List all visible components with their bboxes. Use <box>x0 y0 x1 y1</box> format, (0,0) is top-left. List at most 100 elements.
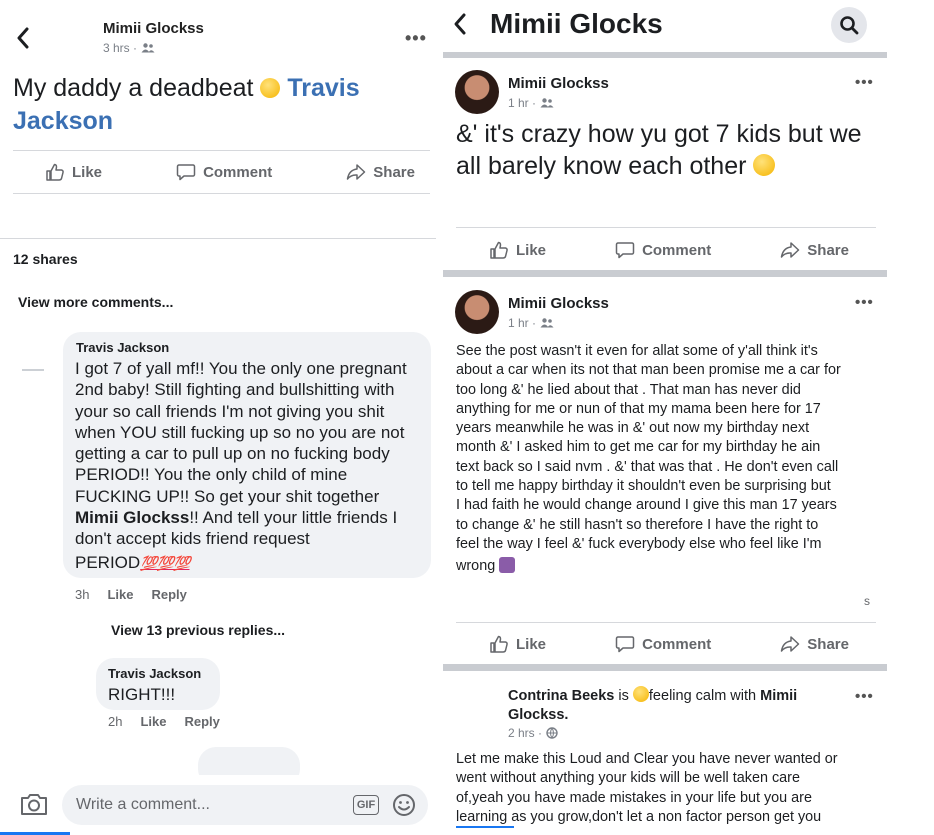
active-indicator <box>456 826 514 828</box>
comment-icon <box>176 164 196 181</box>
thumbs-up-icon <box>490 241 508 259</box>
more-options-icon[interactable]: ••• <box>405 28 427 49</box>
timestamp-text: 2 hrs · <box>508 726 543 740</box>
like-button[interactable]: Like <box>489 240 546 260</box>
right-screenshot-panel: Mimii Glocks Mimii Glockss 1 hr · ••• &'… <box>443 0 934 835</box>
post-text-line: I had faith he would change around I giv… <box>456 497 837 514</box>
camera-button[interactable] <box>20 792 48 821</box>
post-author-name[interactable]: Mimii Glockss <box>508 75 609 92</box>
timestamp-text: 1 hr · <box>508 96 537 110</box>
comment-label: Comment <box>642 241 712 259</box>
post-header-is: is <box>614 688 633 704</box>
view-more-comments-link[interactable]: View more comments... <box>18 294 173 310</box>
reply-author[interactable]: Travis Jackson <box>108 666 201 681</box>
comment-icon <box>615 636 635 653</box>
post-timestamp: 1 hr · <box>508 96 554 110</box>
share-button[interactable]: Share <box>780 634 849 654</box>
like-button[interactable]: Like <box>489 634 546 654</box>
avatar[interactable] <box>455 70 499 114</box>
avatar[interactable] <box>455 290 499 334</box>
friends-icon <box>540 318 554 328</box>
comment-like-button[interactable]: Like <box>107 587 133 602</box>
post-text-line: See the post wasn't it even for allat so… <box>456 343 818 359</box>
post-text: My daddy a deadbeat Travis Jackson <box>13 72 413 138</box>
post-text-line: feel the way I feel &' fuck everybody el… <box>456 535 822 552</box>
comment-line: 2nd baby! Still fighting and bullshittin… <box>75 380 395 400</box>
like-label: Like <box>72 163 103 181</box>
comment-time: 3h <box>75 587 90 602</box>
post-text-line: too long &' he lied about that . That ma… <box>456 381 801 398</box>
post-header-text: Contrina Beeks is feeling calm with Mimi… <box>508 686 848 725</box>
share-button[interactable]: Share <box>346 162 415 182</box>
share-icon <box>347 164 366 180</box>
more-options-icon[interactable]: ••• <box>855 74 874 91</box>
post-text-line: to change &' he still hasn't so therefor… <box>456 516 819 533</box>
post-timestamp: 2 hrs · <box>508 726 558 740</box>
post-text-line: Let me make this Loud and Clear you have… <box>456 751 838 767</box>
avatar[interactable] <box>50 18 94 62</box>
shrug-emoji-icon <box>499 557 516 574</box>
timestamp-text: 3 hrs · <box>103 41 138 55</box>
back-button[interactable] <box>453 12 467 41</box>
post-text-line: month &' I asked him to get me car for m… <box>456 439 821 456</box>
tagged-user-link[interactable]: Mimii <box>760 688 797 704</box>
post-text-line: &' it's crazy how yu got 7 kids but we <box>456 120 862 148</box>
post-text-line: text back so I said nvm . &' that was th… <box>456 458 839 475</box>
friends-icon <box>141 43 155 53</box>
comment-button[interactable]: Comment <box>176 162 272 182</box>
comment-author[interactable]: Travis Jackson <box>76 340 169 355</box>
more-options-icon[interactable]: ••• <box>855 294 874 311</box>
gif-button[interactable]: GIF <box>353 795 379 815</box>
comment-mention-link[interactable]: Mimii Glockss <box>75 508 189 527</box>
back-button[interactable] <box>10 22 36 54</box>
post-author-name[interactable]: Contrina Beeks <box>508 688 614 704</box>
comment-label: Comment <box>642 635 712 653</box>
comment-line: Mimii Glockss!! And tell your little fri… <box>75 507 427 528</box>
post-author-name[interactable]: Mimii Glockss <box>508 295 609 312</box>
post-author-name[interactable]: Mimii Glockss <box>103 20 204 37</box>
comment-line: don't accept kids friend request <box>75 529 310 549</box>
post-text-line: to tell me happy birthday it shouldn't e… <box>456 478 831 495</box>
reply-meta: 2h Like Reply <box>108 714 220 729</box>
share-label: Share <box>373 163 415 181</box>
post-text-last: wrong <box>456 558 500 575</box>
comment-line: PERIOD!! You the only child of mine <box>75 465 348 485</box>
comment-input[interactable]: Write a comment... GIF <box>62 785 428 825</box>
comment-line: I got 7 of yall mf!! You the only one pr… <box>75 359 407 378</box>
avatar[interactable] <box>455 684 499 728</box>
hundred-points-emoji-icon: 💯💯💯 <box>140 554 190 571</box>
comment-placeholder: Write a comment... <box>76 796 210 813</box>
post-text-line: learning as you grow,don't let a non fac… <box>456 808 822 825</box>
comment-line: FUCKING UP!! So get your shit together <box>75 486 380 506</box>
share-icon <box>781 242 800 258</box>
reply-bubble: Travis Jackson RIGHT!!! <box>96 658 220 710</box>
share-button[interactable]: Share <box>780 240 849 260</box>
reply-reply-button[interactable]: Reply <box>184 714 219 729</box>
post-text-line: anything for me or nun of that my mama b… <box>456 400 821 417</box>
like-button[interactable]: Like <box>45 162 102 182</box>
post-timestamp: 3 hrs · <box>103 41 155 55</box>
view-previous-replies-link[interactable]: View 13 previous replies... <box>111 622 285 638</box>
tagged-user-link[interactable]: Glockss. <box>508 707 568 723</box>
section-separator <box>443 52 887 58</box>
post-text-line: about a car when its not that man been p… <box>456 362 841 379</box>
comment-button[interactable]: Comment <box>615 240 711 260</box>
more-options-icon[interactable]: ••• <box>855 688 874 705</box>
comment-bubble: Travis Jackson I got 7 of yall mf!! You … <box>63 332 431 578</box>
yawning-face-emoji-icon <box>260 78 281 98</box>
comment-reply-button[interactable]: Reply <box>151 587 186 602</box>
smirking-face-emoji-icon <box>753 154 776 176</box>
divider <box>456 622 876 623</box>
reply-thread-line <box>22 369 44 371</box>
search-button[interactable] <box>831 7 867 43</box>
emoji-button[interactable] <box>392 793 416 822</box>
comment-button[interactable]: Comment <box>615 634 711 654</box>
camera-icon <box>21 794 47 815</box>
thumbs-up-icon <box>46 163 64 181</box>
reply-like-button[interactable]: Like <box>140 714 166 729</box>
divider <box>13 150 430 151</box>
shares-count[interactable]: 12 shares <box>13 251 78 267</box>
share-icon <box>781 636 800 652</box>
comment-last-word: PERIOD <box>75 552 141 572</box>
globe-icon <box>546 727 558 739</box>
